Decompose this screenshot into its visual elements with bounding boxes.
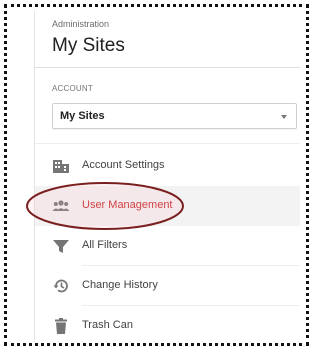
divider [35,143,300,144]
divider [35,67,300,68]
history-icon [52,277,70,295]
building-icon [52,157,70,175]
nav-item-all-filters[interactable]: All Filters [35,226,300,266]
nav-item-label: All Filters [82,239,128,251]
nav-item-label: Trash Can [82,319,133,331]
page-title: My Sites [52,35,125,56]
nav-item-label: Change History [82,279,158,291]
filter-icon [52,237,70,255]
breadcrumb: Administration [52,19,110,29]
chevron-down-icon [281,115,287,119]
annotation-ellipse [26,182,184,230]
account-select-value: My Sites [60,110,105,122]
nav-item-change-history[interactable]: Change History [35,266,300,306]
trash-icon [52,317,70,335]
nav-item-trash-can[interactable]: Trash Can [35,306,300,341]
admin-panel: Administration My Sites ACCOUNT My Sites… [35,11,300,341]
account-select[interactable]: My Sites [52,103,297,129]
account-section-label: ACCOUNT [52,84,93,93]
nav-item-label: Account Settings [82,159,165,171]
